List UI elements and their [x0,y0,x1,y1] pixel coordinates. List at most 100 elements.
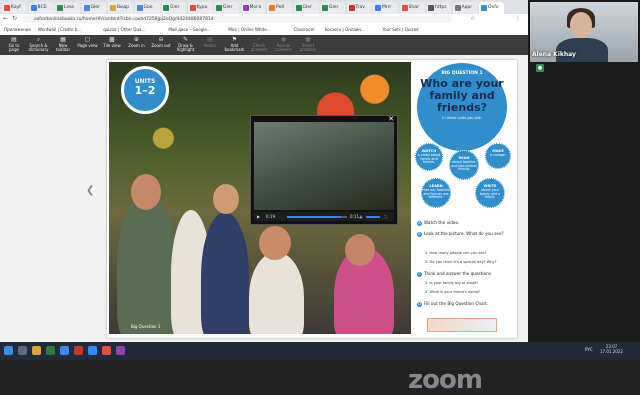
toolbar-label: Add bookmark [224,43,245,53]
tab-label: Kayf [11,5,21,10]
tab-favicon-icon [481,5,487,11]
tab-favicon-icon [454,5,461,11]
back-icon[interactable]: ← [3,15,8,22]
browser-tab[interactable]: Gler [293,2,319,14]
tab-label: ВСЕ [37,5,47,10]
search-icon[interactable] [18,346,27,355]
browser-tab[interactable]: Oxfo [479,2,504,14]
tab-label: Gler [170,5,180,10]
tray-clock[interactable]: 23:07 17.01.2022 [600,344,623,354]
toolbar-zoom-in-button[interactable]: ⊕ Zoom in [126,36,148,54]
browser-tab[interactable]: Gler [320,2,345,14]
browser-tab[interactable]: ВСЕ [28,2,54,14]
app-icon[interactable] [116,346,125,355]
video-progress-bar[interactable] [287,216,347,218]
bookmark-item[interactable]: quizizz | Other Qua... [103,26,145,34]
reader-toolbar: ▤ Go to page ⌕ Search & dictionary ▦ New tool… [0,35,528,55]
bubble-write: WRITE about your family and a friend. [475,178,505,208]
tab-label: Appr [461,5,473,10]
person-figure [117,192,177,334]
start-icon[interactable] [4,346,13,355]
browser-tab[interactable]: Lrea [55,2,80,14]
big-question-sub: In these units you will: [442,116,482,120]
app-icon[interactable] [102,346,111,355]
toolbar-page-view-button[interactable]: ▢ Page view [77,36,99,54]
powerpoint-icon[interactable] [74,346,83,355]
units-range: 1–2 [134,84,156,97]
tab-label: Gler [223,5,233,10]
browser-tab[interactable]: Appr [452,2,478,14]
toolbar-label: New toolbar [55,43,71,53]
browser-tab[interactable]: Kypo [187,2,213,14]
toolbar-label: Page view [77,43,98,48]
url-field[interactable]: oxfordonlinebooks.ru/home/#/content?isbn… [22,16,452,23]
tab-favicon-icon [189,5,196,11]
prev-page-icon[interactable]: ❮ [86,185,94,196]
toolbar-toolbar-button[interactable]: ▦ New toolbar [52,36,74,54]
browser-tab[interactable]: Gler [81,2,107,14]
bookmark-item[interactable]: Wordwall | Create b... [38,26,81,34]
book-canvas: ❮ ❯ UNITS 1–2 Big Question 1 ✕ ▶ 0:19 [0,55,550,395]
toolbar-page-button[interactable]: ▤ Go to page [3,36,25,54]
video-controls: ▶ 0:19 0:11 🔈 ⛶ [254,212,394,221]
zoom-icon[interactable] [88,346,97,355]
reload-icon[interactable]: ↻ [12,15,17,22]
question-text: How many people can you see? [429,251,487,255]
browser-tab[interactable]: Kayf [2,2,27,14]
participant-options-icon[interactable]: ● [536,64,544,72]
toolbar-pen-button[interactable]: ✎ Draw & highlight [175,36,197,54]
bookmark-item[interactable]: Мой диск – Google... [168,26,210,34]
bookmark-item[interactable]: Приложения [4,26,31,34]
tab-label: Trav [355,5,365,10]
browser-tab[interactable]: Мого [240,2,266,14]
volume-slider[interactable] [366,216,380,218]
tray-language[interactable]: РУС [585,347,593,352]
video-frame[interactable] [254,122,394,210]
bubble-learn: LEARN that our families and friends are d… [421,178,451,208]
big-question-panel: BIG QUESTION 1 Who are your family and f… [415,60,515,338]
browser-tab[interactable]: Trav [346,2,372,14]
browser-tab[interactable]: https [426,2,451,14]
excel-icon[interactable] [46,346,55,355]
browser-tab[interactable]: Видр [108,2,133,14]
zoom-side-panel: Alena Kikhay ● [528,0,640,342]
question-item: 1 Is your family big or small? [425,281,479,285]
play-icon[interactable]: ▶ [257,213,260,220]
browser-tab[interactable]: Mrrr [373,2,398,14]
tab-favicon-icon [4,5,10,11]
big-question-circle: BIG QUESTION 1 Who are your family and f… [417,63,507,151]
toolbar-bookmark-button[interactable]: ⚑ Add bookmark [224,36,246,54]
bookmark-item[interactable]: Your Sets | Quizlet [382,26,418,34]
toolbar-search-button[interactable]: ⌕ Search & dictionary [28,36,50,54]
tab-label: Мого [249,5,262,10]
browser-tab[interactable]: Gler [214,2,239,14]
tab-favicon-icon [295,5,302,11]
fullscreen-icon[interactable]: ⛶ [384,213,387,220]
star-icon[interactable]: ☆ [470,15,475,22]
volume-icon[interactable]: 🔈 [359,213,364,220]
video-player[interactable]: ✕ ▶ 0:19 0:11 🔈 ⛶ [250,115,398,225]
bookmark-item[interactable]: Kocaeru | Онлайн... [325,26,365,34]
browser-tab[interactable]: Shar [399,2,425,14]
menu-icon[interactable]: ⋮ [515,15,521,22]
bubble-text: a video about family and friends. [417,152,441,165]
folder-icon[interactable] [32,346,41,355]
chrome-icon[interactable] [60,346,69,355]
person-figure [213,184,239,214]
browser-tab[interactable]: Goo [134,2,160,14]
participant-face [570,12,592,38]
taskbar: РУС 23:07 17.01.2022 [0,342,640,360]
toolbar-notes-button: ▤ Notes [199,36,221,54]
big-question-chart-image [427,318,497,332]
bookmark-item[interactable]: Miro | Online White... [228,26,270,34]
bookmark-item[interactable]: Classroom [294,26,315,34]
tab-favicon-icon [216,5,222,11]
bubble-text: about families and two animal friends. [451,159,477,172]
toolbar-tile-view-button[interactable]: ▩ Tile view [101,36,123,54]
toolbar-label: Search & dictionary [28,43,49,53]
browser-tab[interactable]: Реll [267,2,292,14]
toolbar-label: Tile view [103,43,121,48]
participant-video[interactable]: Alena Kikhay [530,2,638,62]
browser-tab[interactable]: Gler [161,2,186,14]
toolbar-zoom-out-button[interactable]: ⊖ Zoom out [150,36,172,54]
